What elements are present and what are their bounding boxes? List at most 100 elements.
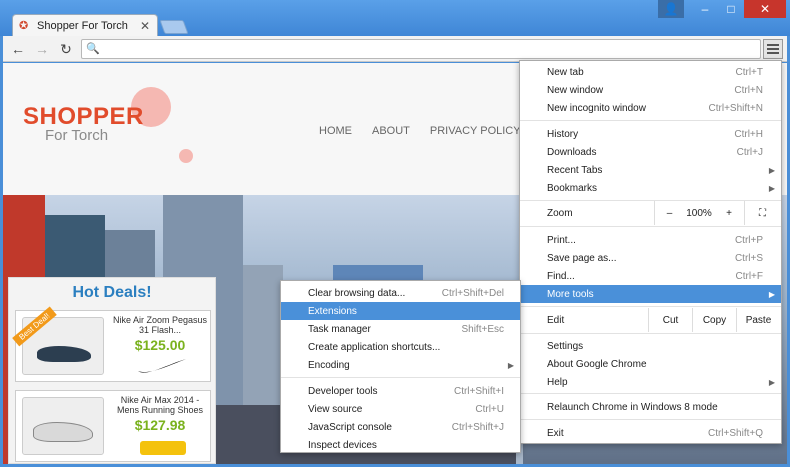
menu-item-settings[interactable]: Settings (520, 337, 781, 355)
submenu-item-label: Inspect devices (308, 439, 377, 451)
menu-item-label: History (547, 128, 579, 140)
submenu-item-extensions[interactable]: Extensions (281, 302, 520, 320)
user-icon[interactable]: 👤 (658, 0, 684, 18)
logo-decoration (179, 149, 193, 163)
browser-toolbar: ← → ↻ 🔍 (3, 36, 787, 62)
menu-item-label: Help (547, 376, 568, 388)
submenu-item-javascript-console[interactable]: JavaScript console Ctrl+Shift+J (281, 418, 520, 436)
submenu-item-developer-tools[interactable]: Developer tools Ctrl+Shift+I (281, 382, 520, 400)
nav-home[interactable]: HOME (319, 125, 352, 137)
deal-price: $125.00 (134, 337, 186, 353)
menu-divider (520, 120, 781, 121)
fullscreen-icon[interactable]: ⛶ (744, 201, 780, 225)
menu-item-shortcut: Ctrl+Shift+N (708, 102, 763, 114)
zoom-controls: – 100% + ⛶ (654, 201, 780, 225)
submenu-item-label: JavaScript console (308, 421, 392, 433)
submenu-item-encoding[interactable]: Encoding ▶ (281, 356, 520, 374)
menu-item-save-page-as[interactable]: Save page as... Ctrl+S (520, 249, 781, 267)
tab-close-icon[interactable]: ✕ (139, 19, 151, 33)
chrome-menu-button[interactable] (763, 39, 783, 59)
menu-item-downloads[interactable]: Downloads Ctrl+J (520, 143, 781, 161)
cut-button[interactable]: Cut (648, 308, 692, 332)
back-arrow-icon[interactable]: ← (9, 40, 27, 58)
deal-card[interactable]: Nike Air Max 2014 - Mens Running Shoes $… (15, 390, 211, 462)
minimize-button[interactable]: – (692, 0, 718, 18)
submenu-item-shortcut: Ctrl+Shift+Del (441, 287, 504, 299)
copy-button[interactable]: Copy (692, 308, 736, 332)
nav-privacy-policy[interactable]: PRIVACY POLICY (430, 125, 521, 137)
title-bar: ✪ Shopper For Torch ✕ 👤 – □ ✕ (0, 0, 790, 36)
zoom-in-button[interactable]: + (714, 201, 744, 225)
menu-divider (520, 306, 781, 307)
submenu-divider (281, 377, 520, 378)
submenu-item-shortcut: Shift+Esc (461, 323, 504, 335)
menu-item-shortcut: Ctrl+Shift+Q (707, 427, 763, 439)
hot-deals-title: Hot Deals! (72, 284, 152, 301)
more-tools-submenu: Clear browsing data... Ctrl+Shift+Del Ext… (280, 280, 521, 453)
submenu-item-create-application-shortcuts[interactable]: Create application shortcuts... (281, 338, 520, 356)
menu-item-label: Relaunch Chrome in Windows 8 mode (547, 401, 718, 413)
submenu-item-label: View source (308, 403, 363, 415)
maximize-button[interactable]: □ (718, 0, 744, 18)
menu-item-find[interactable]: Find... Ctrl+F (520, 267, 781, 285)
menu-item-label: Settings (547, 340, 584, 352)
menu-item-about-google-chrome[interactable]: About Google Chrome (520, 355, 781, 373)
zoom-out-button[interactable]: – (654, 201, 684, 225)
menu-item-label: New window (547, 84, 604, 96)
submenu-arrow-icon: ▶ (768, 165, 775, 175)
menu-item-recent-tabs[interactable]: Recent Tabs ▶ (520, 161, 781, 179)
deal-price: $127.98 (134, 417, 186, 433)
submenu-item-inspect-devices[interactable]: Inspect devices (281, 436, 520, 454)
menu-item-shortcut: Ctrl+N (734, 84, 763, 96)
menu-item-new-window[interactable]: New window Ctrl+N (520, 81, 781, 99)
window-controls: 👤 – □ ✕ (658, 0, 786, 18)
submenu-item-label: Clear browsing data... (308, 287, 406, 299)
menu-item-label: Recent Tabs (547, 164, 603, 176)
menu-item-shortcut: Ctrl+J (736, 146, 763, 158)
menu-item-label: Edit (547, 314, 565, 326)
submenu-item-label: Create application shortcuts... (308, 341, 441, 353)
menu-item-shortcut: Ctrl+T (735, 66, 764, 78)
submenu-item-task-manager[interactable]: Task manager Shift+Esc (281, 320, 520, 338)
submenu-item-view-source[interactable]: View source Ctrl+U (281, 400, 520, 418)
menu-item-new-incognito-window[interactable]: New incognito window Ctrl+Shift+N (520, 99, 781, 117)
menu-divider (520, 393, 781, 394)
submenu-arrow-icon: ▶ (768, 289, 775, 299)
menu-item-shortcut: Ctrl+F (735, 270, 764, 282)
address-bar[interactable]: 🔍 (81, 39, 761, 59)
shoe-shape (37, 346, 91, 362)
submenu-arrow-icon: ▶ (507, 360, 514, 370)
tab-shopper-for-torch[interactable]: ✪ Shopper For Torch ✕ (12, 14, 158, 36)
menu-item-label: Bookmarks (547, 182, 598, 194)
paste-button[interactable]: Paste (736, 308, 780, 332)
menu-item-label: Downloads (547, 146, 597, 158)
menu-item-label: Print... (547, 234, 576, 246)
menu-item-history[interactable]: History Ctrl+H (520, 125, 781, 143)
new-tab-button[interactable] (159, 20, 189, 34)
zoom-level: 100% (686, 207, 712, 219)
submenu-item-clear-browsing-data[interactable]: Clear browsing data... Ctrl+Shift+Del (281, 284, 520, 302)
menu-item-more-tools[interactable]: More tools ▶ (520, 285, 781, 303)
menu-item-relaunch-windows-8-mode[interactable]: Relaunch Chrome in Windows 8 mode (520, 398, 781, 416)
nike-swoosh-icon (138, 359, 186, 373)
site-logo[interactable]: SHOPPER For Torch (23, 103, 144, 144)
chrome-menu: New tab Ctrl+T New window Ctrl+N New incog… (519, 60, 782, 444)
shoe-shape (33, 422, 93, 442)
menu-item-label: New tab (547, 66, 584, 78)
reload-icon[interactable]: ↻ (57, 40, 75, 58)
nav-about[interactable]: ABOUT (372, 125, 410, 137)
menu-item-new-tab[interactable]: New tab Ctrl+T (520, 63, 781, 81)
menu-item-print[interactable]: Print... Ctrl+P (520, 231, 781, 249)
menu-divider (520, 226, 781, 227)
menu-item-label: Find... (547, 270, 575, 282)
close-button[interactable]: ✕ (744, 0, 786, 18)
submenu-item-shortcut: Ctrl+U (475, 403, 504, 415)
menu-item-label: New incognito window (547, 102, 646, 114)
menu-item-shortcut: Ctrl+H (734, 128, 763, 140)
menu-item-exit[interactable]: Exit Ctrl+Shift+Q (520, 424, 781, 442)
menu-item-bookmarks[interactable]: Bookmarks ▶ (520, 179, 781, 197)
menu-item-help[interactable]: Help ▶ (520, 373, 781, 391)
eastbay-logo-icon (140, 441, 186, 455)
deal-card[interactable]: Best Deal! Nike Air Zoom Pegasus 31 Flas… (12, 306, 211, 382)
forward-arrow-icon[interactable]: → (33, 40, 51, 58)
